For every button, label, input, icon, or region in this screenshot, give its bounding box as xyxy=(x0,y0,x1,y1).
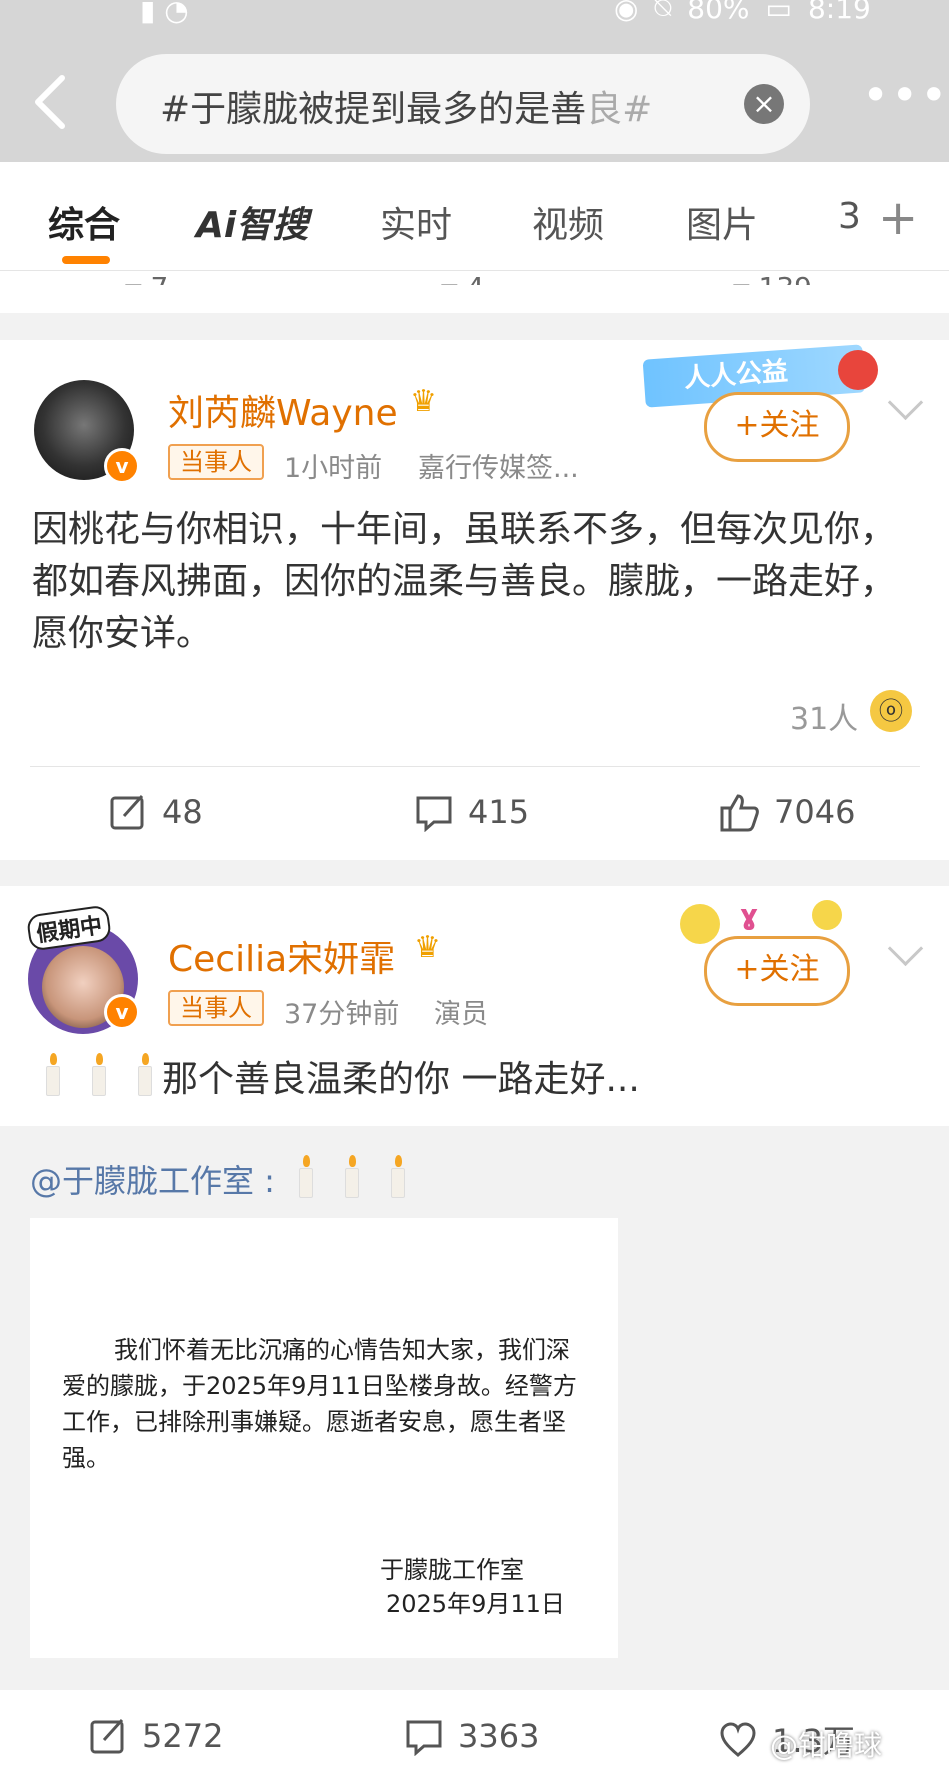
search-query: #于朦胧被提到最多的是善良# xyxy=(160,89,653,130)
eye-icon: ◉ xyxy=(614,0,639,25)
username[interactable]: 刘芮麟Wayne xyxy=(168,384,398,436)
repost-original-author[interactable]: @于朦胧工作室 : xyxy=(30,1155,437,1202)
like-stub[interactable]: ▱ 139 xyxy=(728,271,812,285)
battery-icon: ▭ xyxy=(765,0,792,25)
candle-icon xyxy=(46,1053,60,1096)
follow-button[interactable]: +关注 xyxy=(704,936,850,1006)
comment-icon: ▱ xyxy=(436,271,466,285)
comment-stub[interactable]: ▱ 4 xyxy=(436,271,484,285)
repost-stub[interactable]: ▱ 7 xyxy=(120,271,168,285)
status-icons-left: ▮ ◔ xyxy=(140,0,189,27)
watermark: @钳噜球 xyxy=(770,1729,883,1762)
follow-button[interactable]: +关注 xyxy=(704,392,850,462)
tab-comprehensive[interactable]: 综合 xyxy=(48,196,120,248)
tab-more-partial[interactable]: 3 xyxy=(838,196,860,237)
close-icon: × xyxy=(752,87,776,120)
post-text: 那个善良温柔的你 一路走好... xyxy=(46,1053,926,1106)
comment-icon xyxy=(416,796,452,832)
reaction-count[interactable]: 31人 xyxy=(790,694,858,738)
like-count: 7046 xyxy=(774,793,856,831)
repost-count: 48 xyxy=(162,793,203,831)
post-source: 嘉行传媒签... xyxy=(418,453,579,484)
clock: 8:19 xyxy=(807,0,871,25)
crown-icon: ♛ xyxy=(414,930,441,965)
like-icon: ▱ xyxy=(728,271,758,285)
clear-search-button[interactable]: × xyxy=(744,84,784,124)
alert-icon: ▮ ◔ xyxy=(140,0,189,27)
sad-face-icon[interactable]: ⓞ xyxy=(870,690,912,732)
share-icon xyxy=(90,1718,124,1754)
verified-icon: v xyxy=(104,994,140,1030)
mascot-icon xyxy=(838,350,878,390)
more-dots-icon: ••• xyxy=(862,68,949,122)
statement-text: 我们怀着无比沉痛的心情告知大家，我们深爱的朦胧，于2025年9月11日坠楼身故。… xyxy=(62,1336,577,1472)
battery-percent: 80% xyxy=(687,0,750,25)
crown-icon: ♛ xyxy=(410,384,437,419)
flower-icon xyxy=(680,904,720,944)
comment-button[interactable]: 415 xyxy=(414,792,529,832)
username[interactable]: Cecilia宋妍霏 xyxy=(168,930,395,982)
post-source: 演员 xyxy=(434,999,488,1030)
statement-signature: 于朦胧工作室 xyxy=(380,1556,524,1584)
post-text: 因桃花与你相识，十年间，虽联系不多，但每次见你，都如春风拂面，因你的温柔与善良。… xyxy=(32,509,897,654)
comment-count: 415 xyxy=(468,793,530,831)
participant-tag: 当事人 xyxy=(168,990,264,1026)
participant-tag: 当事人 xyxy=(168,444,264,480)
comment-button[interactable]: 3363 xyxy=(404,1716,539,1756)
tab-bar xyxy=(0,162,949,271)
mute-icon: ⍉ xyxy=(654,0,672,24)
repost-button[interactable]: 5272 xyxy=(88,1716,223,1756)
doodle-icon: ɣ xyxy=(740,898,759,931)
thumbs-up-icon xyxy=(720,794,759,832)
tab-images[interactable]: 图片 xyxy=(686,196,758,248)
repost-button[interactable]: 48 xyxy=(108,792,203,832)
more-button[interactable]: ••• xyxy=(862,72,947,118)
active-tab-indicator xyxy=(62,256,110,264)
comment-count: 3363 xyxy=(458,1717,540,1755)
back-button[interactable] xyxy=(30,72,86,138)
share-icon xyxy=(110,794,144,830)
heart-icon xyxy=(720,1722,756,1757)
repost-icon: ▱ xyxy=(120,271,150,285)
post-time: 1小时前 xyxy=(284,453,383,484)
tab-ai-search[interactable]: Ai智搜 xyxy=(196,196,308,248)
smiley-icon xyxy=(812,900,842,930)
post-time: 37分钟前 xyxy=(284,999,400,1030)
divider xyxy=(30,766,920,767)
chevron-left-icon xyxy=(35,75,65,129)
candle-icon xyxy=(92,1053,106,1096)
statement-date: 2025年9月11日 xyxy=(386,1590,565,1618)
candle-icon xyxy=(391,1155,406,1198)
tab-video[interactable]: 视频 xyxy=(532,196,604,248)
add-tab-button[interactable]: + xyxy=(878,190,918,246)
candle-icon xyxy=(345,1155,360,1198)
candle-icon xyxy=(299,1155,314,1198)
candle-icon xyxy=(138,1053,152,1096)
repost-count: 5272 xyxy=(142,1717,224,1755)
comment-icon xyxy=(406,1720,442,1756)
status-bar: ▮ ◔ ◉ ⍉ 80% ▭ 8:19 xyxy=(0,0,949,27)
tab-realtime[interactable]: 实时 xyxy=(380,196,452,248)
verified-icon: v xyxy=(104,448,140,484)
like-button[interactable]: 7046 xyxy=(718,792,855,832)
